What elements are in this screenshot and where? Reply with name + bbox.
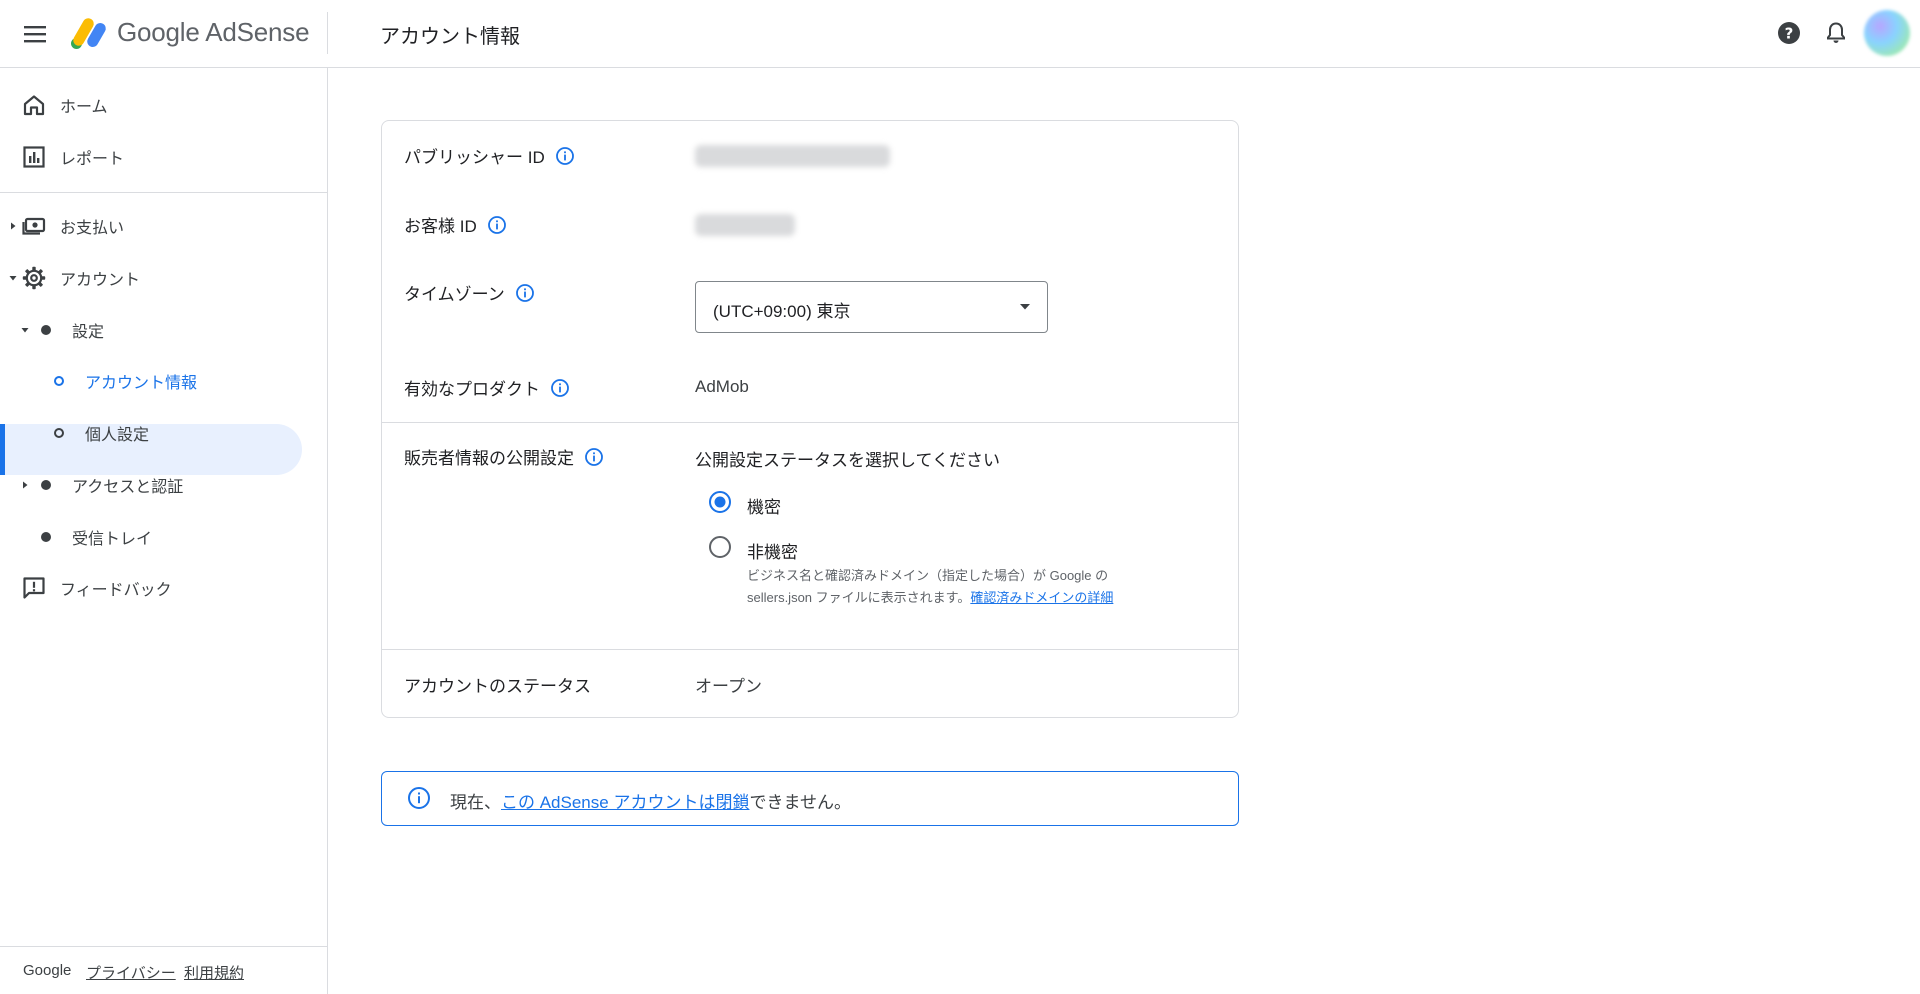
verified-domain-link[interactable]: 確認済みドメインの詳細	[970, 590, 1113, 605]
account-status-label: アカウントのステータス	[404, 677, 591, 696]
sidebar-item-access-auth[interactable]: アクセスと認証	[0, 460, 328, 510]
close-account-link[interactable]: この AdSense アカウントは閉鎖	[501, 793, 749, 812]
payments-icon	[22, 217, 46, 235]
feedback-icon	[23, 577, 45, 599]
sidebar-item-label: フィードバック	[60, 582, 172, 599]
helper-line-1: ビジネス名と確認済みドメイン（指定した場合）が Google の	[747, 568, 1109, 583]
info-icon[interactable]	[515, 283, 535, 303]
publisher-id-value-redacted	[695, 145, 890, 167]
helper-text: sellers.json ファイルに表示されます。	[747, 590, 971, 605]
svg-text:?: ?	[1785, 25, 1794, 43]
radio-confidential[interactable]	[708, 490, 732, 514]
nav-divider	[0, 192, 327, 193]
bullet-ring-icon	[54, 428, 64, 438]
active-products-row: 有効なプロダクト	[404, 375, 570, 400]
card-divider	[382, 649, 1238, 650]
caret-right-icon	[11, 222, 16, 230]
info-icon[interactable]	[555, 146, 575, 166]
privacy-link[interactable]: プライバシー	[86, 962, 176, 983]
active-products-value: AdMob	[695, 377, 749, 396]
sidebar-item-personal-settings[interactable]: 個人設定	[0, 408, 328, 458]
publisher-id-label: パブリッシャー ID	[404, 148, 545, 167]
sidebar-item-label: ホーム	[60, 99, 108, 116]
bullet-icon	[41, 480, 51, 490]
sidebar: ホーム レポート お支払い アカウント 設定 アカウント情報 個人設定 アクセス…	[0, 68, 328, 994]
sidebar-item-settings[interactable]: 設定	[0, 305, 328, 355]
header-divider	[327, 12, 328, 54]
sidebar-item-inbox[interactable]: 受信トレイ	[0, 512, 328, 562]
gear-icon	[22, 266, 46, 290]
sidebar-item-label: アカウント	[60, 272, 141, 289]
top-app-bar: Google AdSense アカウント情報 ?	[0, 0, 1920, 68]
sidebar-item-label: アクセスと認証	[72, 479, 184, 496]
terms-link[interactable]: 利用規約	[184, 962, 244, 983]
info-icon	[408, 787, 430, 809]
page-title: アカウント情報	[380, 26, 520, 48]
sidebar-footer: Google プライバシー 利用規約	[0, 946, 327, 994]
avatar[interactable]	[1864, 10, 1910, 56]
seller-info-label: 販売者情報の公開設定	[404, 449, 574, 468]
notice-suffix: できません。	[749, 793, 851, 812]
account-close-notice: 現在、この AdSense アカウントは閉鎖できません。	[381, 771, 1239, 826]
sidebar-item-payments[interactable]: お支払い	[0, 201, 328, 251]
footer-brand: Google	[23, 962, 72, 979]
sidebar-item-label: お支払い	[60, 220, 125, 237]
timezone-value: (UTC+09:00) 東京	[713, 302, 851, 321]
active-products-label: 有効なプロダクト	[404, 380, 540, 399]
timezone-select[interactable]: (UTC+09:00) 東京	[695, 281, 1048, 333]
helper-line-2: sellers.json ファイルに表示されます。確認済みドメインの詳細	[747, 587, 1113, 609]
customer-id-row: お客様 ID	[404, 212, 507, 237]
sidebar-item-label: レポート	[60, 151, 125, 168]
home-icon	[23, 95, 45, 116]
sidebar-item-feedback[interactable]: フィードバック	[0, 563, 328, 613]
caret-right-icon	[23, 481, 28, 489]
adsense-logo-icon	[71, 18, 106, 49]
sidebar-item-reports[interactable]: レポート	[0, 132, 328, 182]
timezone-row: タイムゾーン	[404, 280, 535, 305]
bell-icon[interactable]	[1823, 20, 1849, 46]
customer-id-value-redacted	[695, 214, 795, 236]
account-info-card: パブリッシャー ID お客様 ID タイムゾーン (UTC+09:00) 東京	[381, 120, 1239, 718]
menu-icon[interactable]	[20, 19, 50, 49]
account-status-value: オープン	[695, 677, 762, 696]
caret-down-icon	[21, 328, 29, 333]
dropdown-arrow-icon	[1020, 304, 1030, 310]
info-icon[interactable]	[487, 215, 507, 235]
bullet-ring-icon	[54, 376, 64, 386]
customer-id-label: お客様 ID	[404, 217, 477, 236]
sidebar-item-label: 個人設定	[85, 427, 150, 444]
seller-info-prompt: 公開設定ステータスを選択してください	[695, 451, 1000, 470]
product-name: Google AdSense	[117, 17, 310, 47]
caret-down-icon	[9, 276, 17, 281]
sidebar-item-home[interactable]: ホーム	[0, 80, 328, 130]
info-icon[interactable]	[550, 378, 570, 398]
sidebar-item-account-info[interactable]: アカウント情報	[0, 356, 328, 406]
sidebar-item-label: 受信トレイ	[72, 531, 153, 548]
notice-prefix: 現在、	[450, 793, 501, 812]
notice-text: 現在、この AdSense アカウントは閉鎖できません。	[450, 788, 851, 813]
sidebar-item-label: 設定	[72, 324, 105, 341]
seller-info-row: 販売者情報の公開設定	[404, 444, 604, 469]
radio-confidential-label[interactable]: 機密	[747, 493, 781, 518]
radio-non-confidential[interactable]	[708, 535, 732, 559]
seller-info-helper: ビジネス名と確認済みドメイン（指定した場合）が Google の sellers…	[747, 565, 1113, 609]
timezone-label: タイムゾーン	[404, 285, 505, 304]
radio-non-confidential-label[interactable]: 非機密	[747, 538, 798, 563]
info-icon[interactable]	[584, 447, 604, 467]
sidebar-item-label: アカウント情報	[85, 375, 198, 392]
publisher-id-row: パブリッシャー ID	[404, 143, 575, 168]
card-divider	[382, 422, 1238, 423]
help-icon[interactable]: ?	[1776, 20, 1802, 46]
bullet-icon	[41, 532, 51, 542]
sidebar-item-account[interactable]: アカウント	[0, 253, 328, 303]
report-icon	[23, 146, 45, 168]
bullet-icon	[41, 325, 51, 335]
